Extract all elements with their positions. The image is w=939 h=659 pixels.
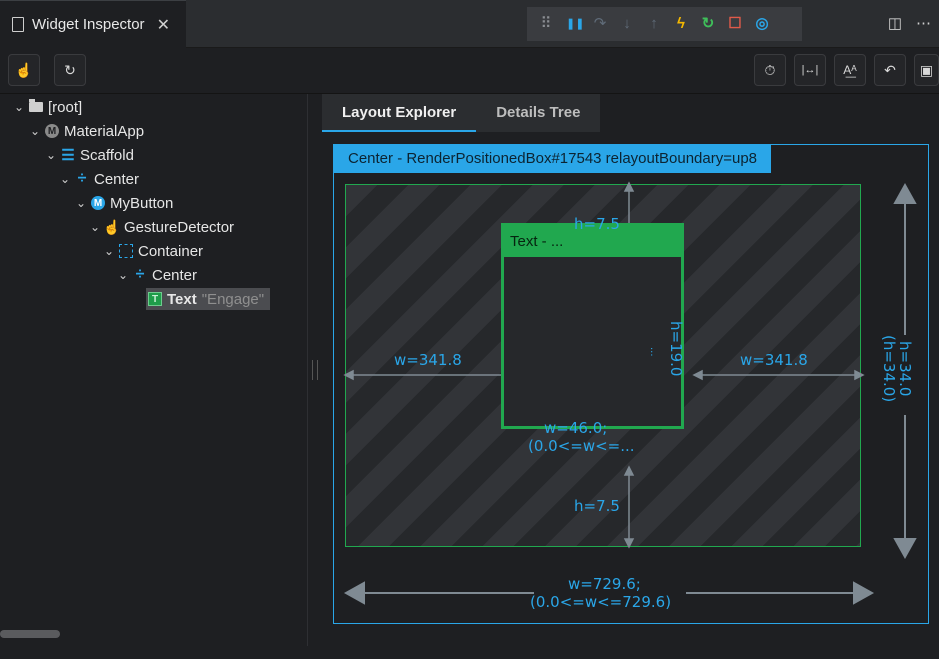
outer-height-label: h=34.0 [896,341,914,397]
tree-node-gesturedetector[interactable]: ⌄ ☝ GestureDetector [90,216,234,238]
container-icon [119,244,133,258]
highlight-oversized-images-button[interactable]: ▣ [914,54,939,86]
center-icon: ÷ [135,266,145,283]
chevron-down-icon[interactable]: ⌄ [30,124,40,138]
tree-node-label: Center [94,170,140,188]
tree-node-container[interactable]: ⌄ Container [104,240,203,262]
tree-node-root[interactable]: ⌄ [root] [14,96,82,118]
tab-details-tree[interactable]: Details Tree [476,94,601,132]
my-button-icon: M [91,196,105,210]
refresh-tree-button[interactable]: ↻ [54,54,86,86]
tree-node-label: MyButton [110,194,174,212]
tree-node-center-inner[interactable]: ⌄ ÷ Center [118,264,197,286]
step-over-icon: ↷ [593,15,607,32]
tree-node-label: Container [138,242,204,260]
tree-node-text-selected[interactable]: T Text "Engage" [146,288,271,310]
tab-layout-explorer[interactable]: Layout Explorer [322,94,477,132]
highlight-repaints-icon: ↶ [884,61,896,78]
material-app-icon: M [45,124,59,138]
highlight-oversized-images-icon: ▣ [919,61,934,78]
stop-icon[interactable]: ☐ [728,15,742,33]
highlight-repaints-button[interactable]: ↶ [874,54,906,86]
pane-splitter[interactable] [312,360,318,380]
left-gap-label: w=341.8 [394,351,462,369]
outer-width-label: w=729.6; [568,575,641,593]
right-gap-label: w=341.8 [740,351,808,369]
show-guidelines-button[interactable]: |↔| [794,54,826,86]
close-tab-icon[interactable]: ✕ [157,15,170,35]
layout-outer-box: Center - RenderPositionedBox#17543 relay… [333,144,929,624]
tree-node-mybutton[interactable]: ⌄ M MyButton [76,192,173,214]
step-out-icon: ↑ [650,15,658,32]
drag-handle-icon[interactable]: ⠿ [539,15,553,33]
tree-node-label: [root] [48,98,83,116]
tree-node-label: Text [167,290,197,308]
tree-node-label: Center [152,266,198,284]
hot-reload-icon[interactable]: ϟ [674,15,688,33]
split-editor-icon[interactable]: ◫ [888,14,902,32]
inner-height-label: h=19.0 [667,321,685,377]
chevron-down-icon[interactable]: ⌄ [118,268,128,282]
debug-toolbar: ⠿ ❚❚ ↷ ↓ ↑ ϟ ↻ ☐ ◎ [527,7,802,41]
tab-widget-inspector[interactable]: Widget Inspector ✕ [0,0,186,48]
chevron-down-icon[interactable]: ⌄ [46,148,56,162]
top-gap-label: h=7.5 [574,215,620,233]
inner-height-ellipsis: ... [648,347,659,357]
editor-actions: ◫ ⋯ [888,14,931,32]
tab-title: Widget Inspector [32,16,145,33]
pause-icon[interactable]: ❚❚ [566,15,584,33]
horizontal-scrollbar[interactable] [0,630,60,638]
show-guidelines-icon: |↔| [801,64,819,76]
center-icon: ÷ [77,170,87,187]
layout-inner-box[interactable]: Text - ... [501,223,684,429]
hot-restart-icon[interactable]: ↻ [701,15,715,33]
details-tabs: Layout Explorer Details Tree [322,94,601,132]
slow-animations-icon: ⏱ [764,61,776,78]
devtools-icon[interactable]: ◎ [755,15,769,33]
widget-tree: ⌄ [root] ⌄ M MaterialApp ⌄ ☰ Scaffold ⌄ … [0,94,308,646]
outer-width-constraint: (0.0<=w<=729.6) [530,593,672,611]
chevron-down-icon[interactable]: ⌄ [104,244,114,258]
more-actions-icon[interactable]: ⋯ [916,14,931,32]
select-widget-mode-button[interactable]: ☝ [8,54,40,86]
tree-node-value: "Engage" [201,290,265,308]
tree-node-scaffold[interactable]: ⌄ ☰ Scaffold [46,144,134,166]
inner-width-label: w=46.0; [544,419,608,437]
document-icon [12,17,24,32]
tree-node-label: GestureDetector [124,218,235,236]
chevron-down-icon[interactable]: ⌄ [60,172,70,186]
text-icon: T [148,292,162,306]
outer-height-constraint: (h=34.0) [880,335,898,403]
bottom-gap-label: h=7.5 [574,497,620,515]
select-widget-mode-icon: ☝ [15,61,33,78]
inner-width-constraint: (0.0<=w<=... [528,437,635,455]
step-into-icon: ↓ [623,15,631,32]
details-pane: Layout Explorer Details Tree Center - Re… [322,94,939,646]
refresh-icon: ↻ [64,61,76,78]
editor-tab-bar: Widget Inspector ✕ ⠿ ❚❚ ↷ ↓ ↑ ϟ ↻ ☐ ◎ ◫ … [0,0,939,48]
show-baselines-button[interactable]: A͟ᴬ [834,54,866,86]
chevron-down-icon[interactable]: ⌄ [90,220,100,234]
tree-node-center[interactable]: ⌄ ÷ Center [60,168,139,190]
tree-node-label: Scaffold [80,146,134,164]
folder-icon [29,99,43,112]
tree-node-label: MaterialApp [64,122,145,140]
scaffold-icon: ☰ [61,147,75,164]
gesture-detector-icon: ☝ [103,218,121,235]
slow-animations-button[interactable]: ⏱ [754,54,786,86]
tree-node-materialapp[interactable]: ⌄ M MaterialApp [30,120,144,142]
chevron-down-icon[interactable]: ⌄ [76,196,86,210]
show-baselines-icon: A͟ᴬ [843,63,857,77]
chevron-down-icon[interactable]: ⌄ [14,100,24,114]
inspector-toolbar: ☝ ↻ ⏱ |↔| A͟ᴬ ↶ ▣ [0,48,939,94]
